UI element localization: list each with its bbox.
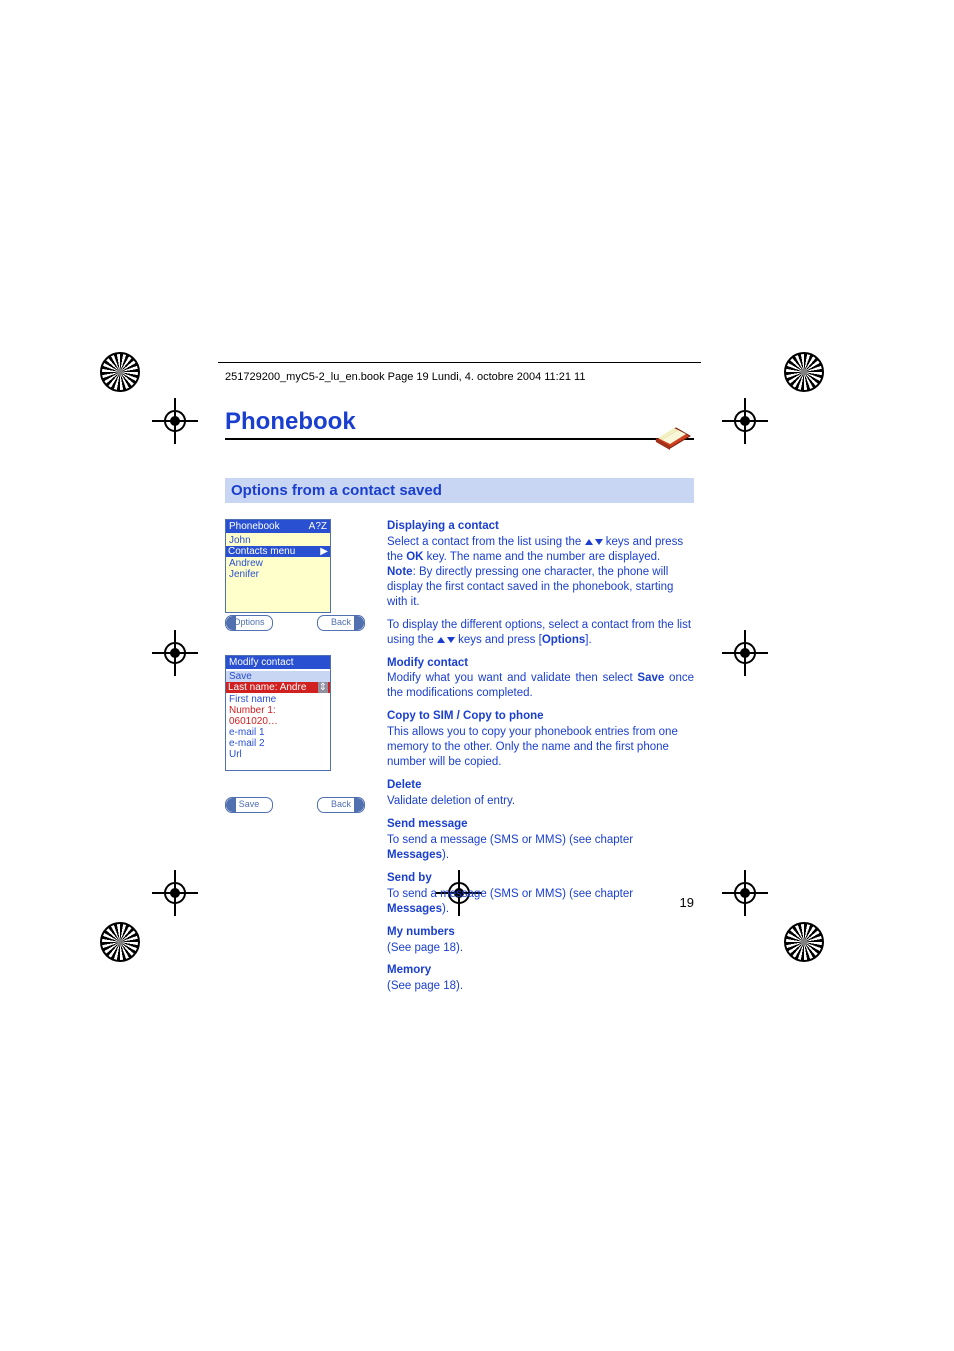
ps2-title: Modify contact xyxy=(229,657,293,668)
ps2-row-save: Save xyxy=(226,671,330,682)
ps2-row-email1: e-mail 1 xyxy=(229,727,327,738)
para-my-numbers: (See page 18). xyxy=(387,941,694,956)
ps1-item-john: John xyxy=(229,535,327,546)
ps1-item-andrew: Andrew xyxy=(229,558,327,569)
phonebook-icon xyxy=(652,414,694,450)
crop-target-7 xyxy=(722,870,768,916)
heading-memory: Memory xyxy=(387,963,694,978)
heading-send-by: Send by xyxy=(387,871,694,886)
page-content: Phonebook Options from a contact saved P… xyxy=(225,408,694,1002)
para-copy: This allows you to copy your phonebook e… xyxy=(387,725,694,770)
heading-send-message: Send message xyxy=(387,817,694,832)
crop-target-4 xyxy=(722,630,768,676)
up-arrow-icon-2 xyxy=(437,637,445,643)
crop-target-1 xyxy=(152,398,198,444)
page-title: Phonebook xyxy=(225,408,694,440)
up-arrow-icon xyxy=(585,539,593,545)
ps2-softkey-back: Back xyxy=(317,797,365,813)
illustration-column: Phonebook A?Z John Contacts menu ▶ Andre… xyxy=(225,519,365,1002)
reg-mark-left-2 xyxy=(100,922,140,962)
heading-copy: Copy to SIM / Copy to phone xyxy=(387,709,694,724)
ps1-item-contacts-menu: Contacts menu xyxy=(228,546,295,557)
ps1-softkey-back: Back xyxy=(317,615,365,631)
reg-mark-right-1 xyxy=(784,352,824,392)
ps2-row-url: Url xyxy=(229,749,327,760)
down-arrow-icon-2 xyxy=(447,637,455,643)
para-delete: Validate deletion of entry. xyxy=(387,794,694,809)
reg-mark-left-1 xyxy=(100,352,140,392)
para-send-by: To send a message (SMS or MMS) (see chap… xyxy=(387,887,694,917)
crop-target-2 xyxy=(722,398,768,444)
ps1-title-right: A?Z xyxy=(309,521,327,532)
phone-screen-modify-contact: Modify contact Save Last name: Andre ⇕ F… xyxy=(225,655,331,771)
para-displaying-1: Select a contact from the list using the… xyxy=(387,535,694,610)
heading-delete: Delete xyxy=(387,778,694,793)
para-memory: (See page 18). xyxy=(387,979,694,994)
ps2-row-lastname-scroll-icon: ⇕ xyxy=(318,682,328,693)
crop-target-5 xyxy=(152,870,198,916)
para-modify: Modify what you want and validate then s… xyxy=(387,671,694,701)
ps2-row-lastname: Last name: Andre xyxy=(228,682,306,693)
crop-target-3 xyxy=(152,630,198,676)
ps1-item-contacts-menu-arrow: ▶ xyxy=(320,546,328,557)
doc-header-info: 251729200_myC5-2_lu_en.book Page 19 Lund… xyxy=(225,371,694,383)
header-rule xyxy=(218,362,701,363)
ps1-item-jenifer: Jenifer xyxy=(229,569,327,580)
reg-mark-right-2 xyxy=(784,922,824,962)
para-displaying-2: To display the different options, select… xyxy=(387,618,694,648)
ps2-row-firstname: First name xyxy=(229,694,327,705)
body-text-column: Displaying a contact Select a contact fr… xyxy=(387,519,694,1002)
ps2-row-number1: Number 1: 0601020… xyxy=(229,705,327,727)
down-arrow-icon xyxy=(595,539,603,545)
phone-screen-phonebook: Phonebook A?Z John Contacts menu ▶ Andre… xyxy=(225,519,331,613)
heading-my-numbers: My numbers xyxy=(387,925,694,940)
section-heading: Options from a contact saved xyxy=(225,478,694,503)
ps1-title-left: Phonebook xyxy=(229,521,280,532)
para-send-message: To send a message (SMS or MMS) (see chap… xyxy=(387,833,694,863)
ps2-softkey-save: Save xyxy=(225,797,273,813)
heading-displaying-contact: Displaying a contact xyxy=(387,519,694,534)
page-number: 19 xyxy=(680,895,694,910)
heading-modify-contact: Modify contact xyxy=(387,656,694,671)
ps2-row-email2: e-mail 2 xyxy=(229,738,327,749)
ps1-softkey-options: Options xyxy=(225,615,273,631)
